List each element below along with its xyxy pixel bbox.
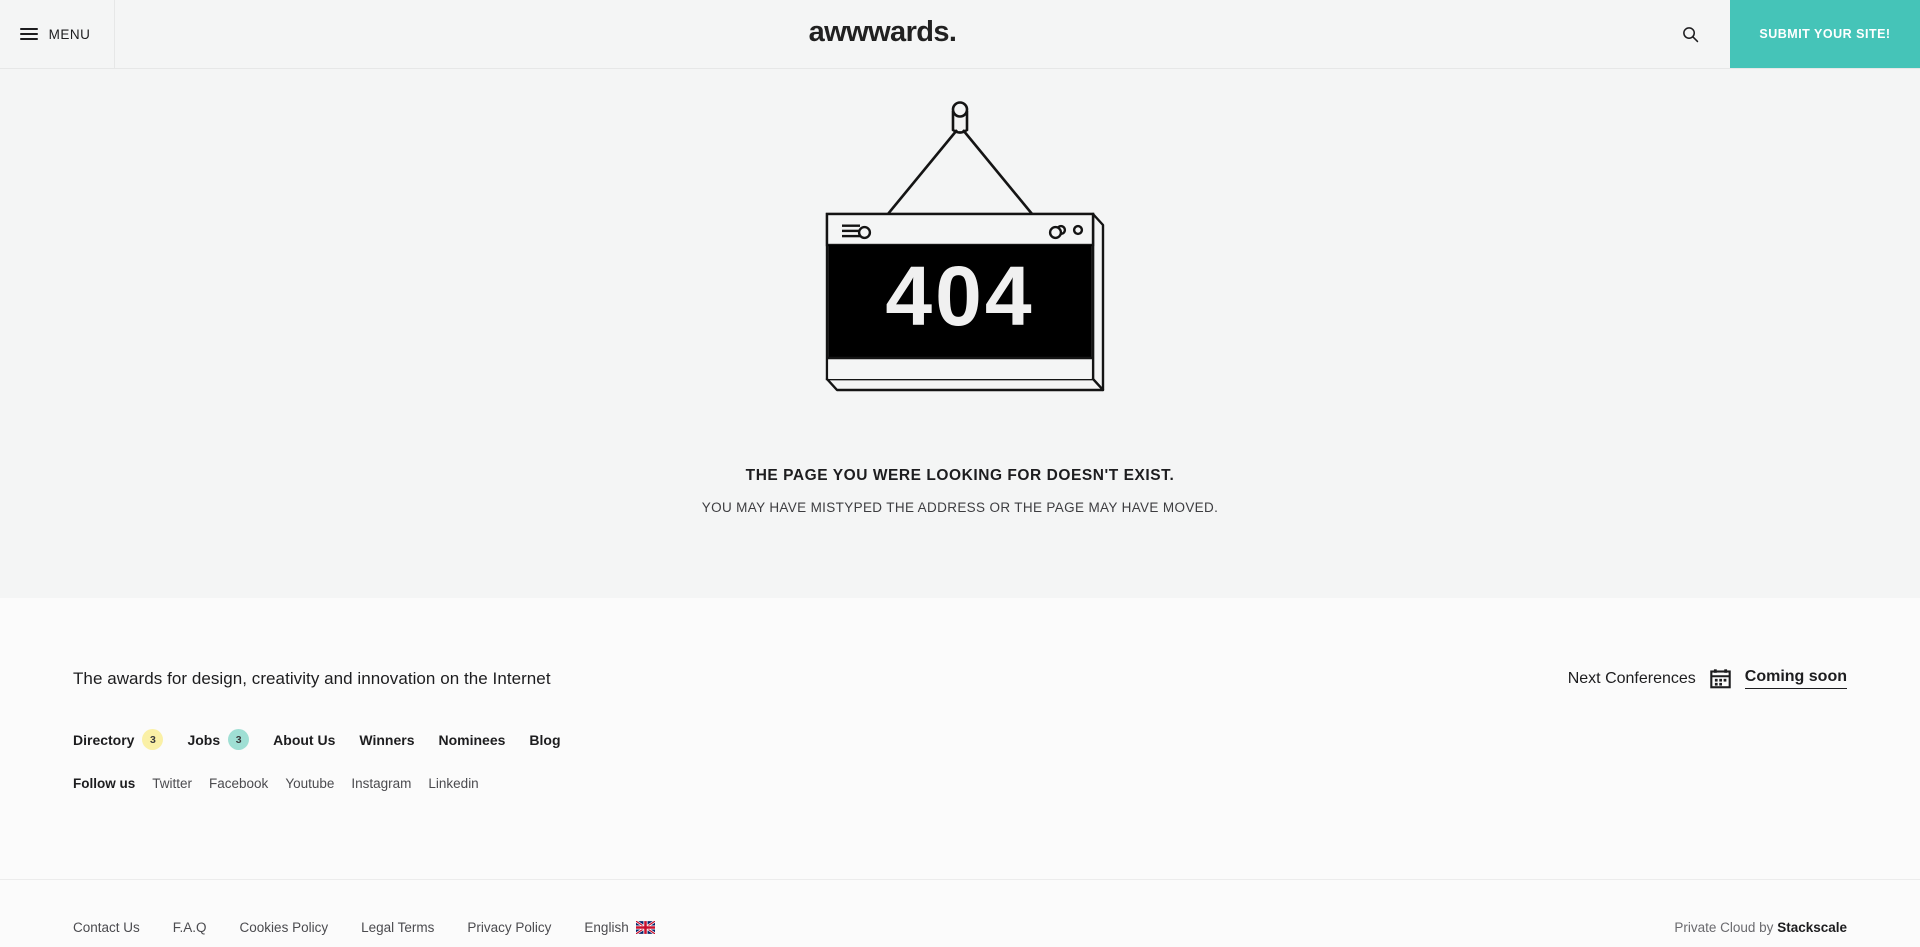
social-link-youtube[interactable]: Youtube (285, 776, 334, 791)
404-sign-svg: 404 (825, 101, 1105, 392)
header-center: awwwards. (115, 0, 1650, 68)
site-footer: The awards for design, creativity and in… (0, 598, 1920, 879)
next-conferences: Next Conferences Coming soon (1568, 668, 1847, 689)
footer-nav-directory-badge: 3 (142, 729, 164, 750)
error-subtitle: YOU MAY HAVE MISTYPED THE ADDRESS OR THE… (701, 500, 1219, 515)
language-label: English (584, 920, 629, 935)
footer-tagline: The awards for design, creativity and in… (73, 668, 551, 688)
submit-your-site-button[interactable]: SUBMIT YOUR SITE! (1730, 0, 1920, 68)
legal-link-legal-terms[interactable]: Legal Terms (361, 920, 434, 935)
site-header: MENU awwwards. SUBMIT YOUR SITE! (0, 0, 1920, 69)
social-link-instagram[interactable]: Instagram (351, 776, 411, 791)
hosting-credit-prefix: Private Cloud by (1674, 920, 1778, 935)
hamburger-icon (19, 28, 38, 40)
search-button[interactable] (1650, 0, 1730, 68)
footer-bottom-bar: Contact Us F.A.Q Cookies Policy Legal Te… (0, 879, 1920, 947)
footer-nav-directory-label: Directory (73, 731, 135, 748)
footer-nav: Directory 3 Jobs 3 About Us Winners Nomi… (73, 729, 1847, 750)
legal-link-cookies-policy[interactable]: Cookies Policy (240, 920, 329, 935)
menu-button[interactable]: MENU (0, 0, 115, 68)
language-selector[interactable]: English (584, 920, 655, 935)
site-logo[interactable]: awwwards. (809, 18, 957, 50)
footer-top-row: The awards for design, creativity and in… (73, 598, 1847, 689)
footer-nav-jobs-badge: 3 (228, 729, 250, 750)
calendar-icon (1710, 669, 1731, 689)
footer-nav-winners[interactable]: Winners (359, 732, 414, 748)
error-hero: 404 THE PAGE YOU WERE LOOKING FOR DOESN'… (0, 69, 1920, 598)
social-link-facebook[interactable]: Facebook (209, 776, 268, 791)
footer-nav-blog[interactable]: Blog (529, 732, 560, 748)
footer-nav-about-us[interactable]: About Us (273, 732, 335, 748)
hosting-credit-brand: Stackscale (1777, 920, 1847, 935)
svg-text:404: 404 (885, 249, 1034, 343)
hosting-credit: Private Cloud by Stackscale (1674, 920, 1847, 935)
social-link-twitter[interactable]: Twitter (152, 776, 192, 791)
footer-nav-jobs[interactable]: Jobs 3 (187, 729, 250, 750)
footer-nav-directory[interactable]: Directory 3 (73, 729, 164, 750)
conferences-coming-soon-link[interactable]: Coming soon (1744, 668, 1847, 689)
legal-links: Contact Us F.A.Q Cookies Policy Legal Te… (73, 920, 655, 935)
follow-us-label: Follow us (73, 776, 136, 791)
follow-us-row: Follow us Twitter Facebook Youtube Insta… (73, 776, 1847, 791)
legal-link-contact-us[interactable]: Contact Us (73, 920, 140, 935)
menu-label: MENU (48, 26, 91, 42)
error-title: THE PAGE YOU WERE LOOKING FOR DOESN'T EX… (745, 467, 1175, 484)
legal-link-privacy-policy[interactable]: Privacy Policy (467, 920, 551, 935)
next-conferences-label: Next Conferences (1567, 669, 1696, 687)
footer-nav-nominees[interactable]: Nominees (438, 732, 505, 748)
uk-flag-icon (635, 921, 655, 934)
window-hamburger-icon (842, 224, 860, 238)
legal-link-faq[interactable]: F.A.Q (173, 920, 207, 935)
footer-nav-jobs-label: Jobs (187, 731, 221, 748)
hanging-404-sign-illustration: 404 (810, 99, 1110, 454)
search-icon (1682, 26, 1698, 42)
social-link-linkedin[interactable]: Linkedin (428, 776, 478, 791)
